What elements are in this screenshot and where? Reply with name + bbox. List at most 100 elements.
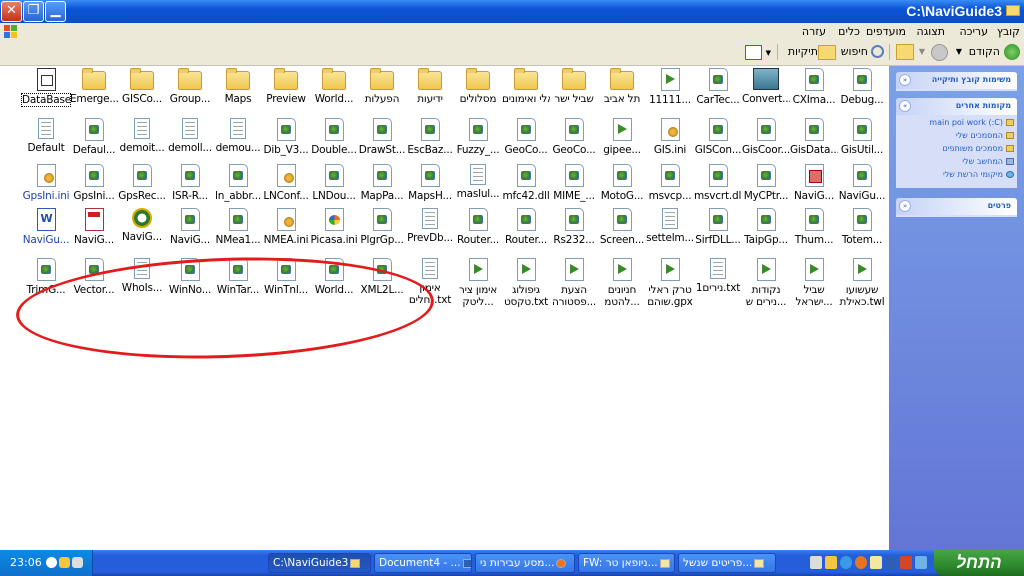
file-item[interactable]: NaviGu...	[838, 164, 886, 202]
file-item[interactable]: GisUtil...	[838, 118, 886, 156]
task-email-fw[interactable]: FW: ניופאן טר...	[578, 553, 675, 573]
task-naviguide3[interactable]: C:\NaviGuide3	[268, 553, 371, 573]
file-item[interactable]: הצעת פסטורה...	[550, 258, 598, 308]
place-link-drive[interactable]: main poi work (:C)	[929, 118, 1003, 127]
file-item[interactable]: GisData...	[790, 118, 838, 156]
file-item[interactable]: GISCon...	[694, 118, 742, 156]
file-item[interactable]: GeoCo...	[502, 118, 550, 156]
file-item[interactable]: Dib_V3...	[262, 118, 310, 156]
file-item[interactable]: Group...	[166, 68, 214, 105]
file-item[interactable]: DataBase	[21, 68, 71, 107]
volume-tray-icon[interactable]	[72, 557, 83, 568]
file-item[interactable]: PrevDb...	[406, 208, 454, 244]
file-item[interactable]: מסלולים	[454, 68, 502, 105]
file-item[interactable]: GeoCo...	[550, 118, 598, 156]
messenger-tray-icon[interactable]	[59, 557, 70, 568]
expand-chevron-icon[interactable]: »	[899, 74, 911, 86]
file-item[interactable]: demoll...	[166, 118, 214, 154]
menu-help[interactable]: עזרה	[802, 25, 826, 38]
file-item[interactable]: Router...	[502, 208, 550, 246]
task-document4[interactable]: Document4 - ...	[374, 553, 472, 573]
file-item[interactable]: ISR-R...	[166, 164, 214, 202]
file-item[interactable]: mfc42.dll	[502, 164, 550, 202]
file-item[interactable]: Rs232...	[550, 208, 598, 246]
menu-favorites[interactable]: מועדפים	[866, 25, 906, 38]
file-item[interactable]: GpsRec...	[118, 164, 166, 202]
file-item[interactable]: LNConf...	[262, 164, 310, 202]
file-item[interactable]: GISCo...	[118, 68, 166, 105]
collapse-chevron-icon[interactable]: «	[899, 100, 911, 112]
file-item[interactable]: 11111...	[646, 68, 694, 106]
file-item[interactable]: הפעלות	[358, 68, 406, 105]
file-item[interactable]: NaviG...	[118, 208, 166, 243]
file-item[interactable]: GisCoor...	[742, 118, 790, 156]
desktop-icon[interactable]	[915, 556, 927, 569]
file-item[interactable]: PlgrGp...	[358, 208, 406, 246]
back-button[interactable]: הקודם	[969, 45, 1000, 58]
file-item[interactable]: שעשועו כאילת.twl	[838, 258, 886, 308]
views-icon[interactable]	[745, 45, 762, 60]
file-item[interactable]: NaviG...	[166, 208, 214, 246]
file-item[interactable]: MotoG...	[598, 164, 646, 202]
file-item[interactable]: Router...	[454, 208, 502, 246]
file-item[interactable]: תל אביב	[598, 68, 646, 105]
file-item[interactable]: שביל ישראל...	[790, 258, 838, 308]
file-item[interactable]: אימון ציר ליטק...	[454, 258, 502, 308]
file-item[interactable]: NaviGu...	[22, 208, 70, 246]
menu-view[interactable]: תצוגה	[917, 25, 945, 38]
file-item[interactable]: MapPa...	[358, 164, 406, 202]
views-dropdown-chevron-icon[interactable]: ▼	[766, 49, 771, 57]
expand-chevron-icon[interactable]: »	[899, 200, 911, 212]
file-item[interactable]: נקודות נירים ש...	[742, 258, 790, 308]
file-item[interactable]: Preview	[262, 68, 310, 105]
file-item[interactable]: settelm...	[646, 208, 694, 244]
file-item[interactable]: Picasa.ini	[310, 208, 358, 246]
file-item[interactable]: Default	[22, 118, 70, 154]
file-item[interactable]: Double...	[310, 118, 358, 156]
forward-arrow-icon[interactable]	[931, 44, 948, 61]
menu-file[interactable]: קובץ	[997, 25, 1020, 38]
outlook-icon[interactable]	[870, 556, 882, 569]
minimize-button[interactable]: ▁	[45, 1, 66, 22]
file-item[interactable]: World...	[310, 68, 358, 105]
file-item[interactable]: NMea1...	[214, 208, 262, 246]
file-item[interactable]: Convert...	[742, 68, 790, 105]
file-item[interactable]: Screen...	[598, 208, 646, 246]
file-item[interactable]: MIME_...	[550, 164, 598, 202]
start-button[interactable]: התחל	[934, 550, 1024, 576]
file-item[interactable]: GpsIni...	[70, 164, 118, 202]
place-link-shared-documents[interactable]: מסמכים משותפים	[942, 144, 1003, 153]
file-item[interactable]: CXIma...	[790, 68, 838, 106]
quick-launch-icon[interactable]	[825, 556, 837, 569]
file-item[interactable]: demoit...	[118, 118, 166, 154]
place-link-network[interactable]: מיקומי הרשת שלי	[943, 170, 1003, 179]
file-item[interactable]: maslul...	[454, 164, 502, 200]
file-item[interactable]: DrawSt...	[358, 118, 406, 156]
file-item[interactable]: TaipGp...	[742, 208, 790, 246]
ie-icon[interactable]	[840, 556, 852, 569]
up-folder-icon[interactable]	[896, 44, 914, 60]
file-item[interactable]: MyCPtr...	[742, 164, 790, 202]
file-item[interactable]: MapsH...	[406, 164, 454, 202]
file-item[interactable]: חניונים להטמ...	[598, 258, 646, 308]
file-item[interactable]: demou...	[214, 118, 262, 154]
other-places-heading[interactable]: מקומות אחרים	[956, 101, 1011, 110]
place-link-my-documents[interactable]: המסמכים שלי	[956, 131, 1003, 140]
file-item[interactable]: NaviG...	[70, 208, 118, 246]
file-item[interactable]: ידיעות	[406, 68, 454, 105]
file-item[interactable]: GIS.ini	[646, 118, 694, 156]
back-arrow-icon[interactable]	[1004, 44, 1020, 60]
file-item[interactable]: CarTec...	[694, 68, 742, 106]
details-panel[interactable]: פרטים »	[896, 198, 1017, 217]
file-item[interactable]: ln_abbr...	[214, 164, 262, 202]
place-link-my-computer[interactable]: המחשב שלי	[962, 157, 1003, 166]
file-item[interactable]: msvcp...	[646, 164, 694, 202]
forward-dropdown-chevron-icon[interactable]: ▼	[919, 47, 925, 56]
network-tray-icon[interactable]	[46, 557, 57, 568]
file-item[interactable]: Maps	[214, 68, 262, 105]
file-item[interactable]: GpsIni.ini	[22, 164, 70, 202]
folders-button[interactable]: תיקיות	[788, 45, 818, 58]
file-tasks-heading[interactable]: משימות קובץ ותיקייה	[932, 75, 1011, 84]
powerpoint-icon[interactable]	[900, 556, 912, 569]
file-item[interactable]: SirfDLL...	[694, 208, 742, 246]
